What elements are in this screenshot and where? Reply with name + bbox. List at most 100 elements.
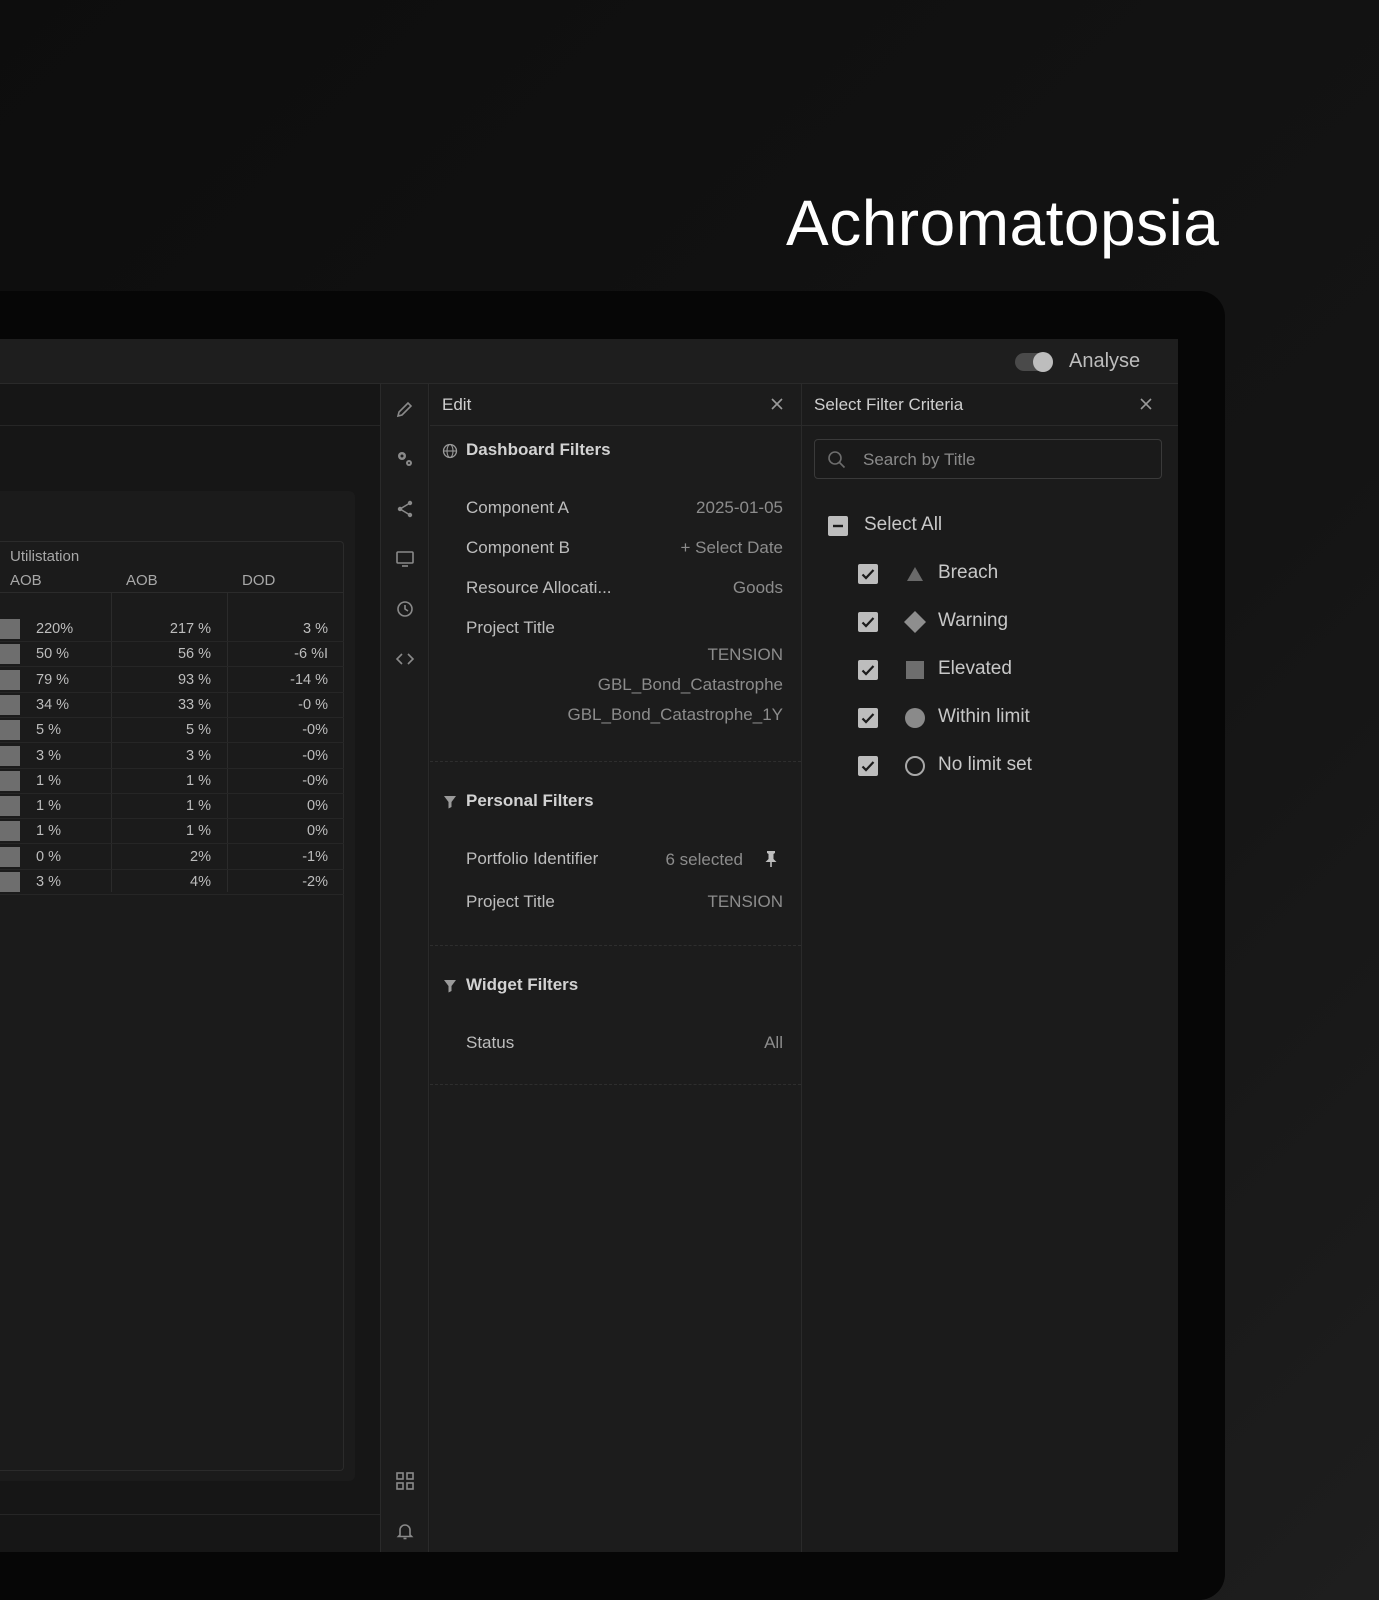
table-row[interactable]: 1 % 1 % -0% xyxy=(0,769,344,794)
criteria-item-within-limit[interactable]: Within limit xyxy=(858,704,1138,732)
table-cell: 217 % xyxy=(169,621,211,637)
row-status-bar xyxy=(0,821,20,842)
table-row[interactable]: 34 % 33 % -0 % xyxy=(0,693,344,718)
code-icon[interactable] xyxy=(395,649,415,669)
criteria-item-no-limit-set[interactable]: No limit set xyxy=(858,752,1138,780)
search-icon xyxy=(827,450,847,470)
table-cell: 0% xyxy=(307,798,328,815)
pencil-icon[interactable] xyxy=(395,399,415,419)
section-divider xyxy=(430,945,801,946)
project-title-value[interactable]: GBL_Bond_Catastrophe xyxy=(598,675,783,695)
no-limit-set-label: No limit set xyxy=(938,754,1032,775)
edit-panel: Edit Dashboard Filters Component A 2025-… xyxy=(430,384,802,1552)
diamond-icon xyxy=(904,611,926,633)
share-icon[interactable] xyxy=(395,499,415,519)
breach-checkbox[interactable] xyxy=(858,564,878,584)
close-icon[interactable] xyxy=(769,396,785,412)
triangle-icon xyxy=(904,563,926,585)
table-cell: 1 % xyxy=(186,772,211,789)
table-row[interactable]: 3 % 4% -2% xyxy=(0,870,344,895)
select-date-link[interactable]: + Select Date xyxy=(680,538,783,558)
elevated-checkbox[interactable] xyxy=(858,660,878,680)
table-row[interactable]: 50 % 56 % -6 %I xyxy=(0,642,344,668)
analyse-toggle[interactable] xyxy=(1015,352,1053,372)
column-header-aob-2[interactable]: AOB xyxy=(126,572,158,589)
table-cell: 220% xyxy=(36,621,74,637)
globe-icon xyxy=(442,443,458,459)
table-row[interactable]: 220% 217 % 3 % xyxy=(0,617,344,642)
select-all-label: Select All xyxy=(864,514,943,535)
no-limit-set-checkbox[interactable] xyxy=(858,756,878,776)
select-all-row[interactable]: Select All xyxy=(828,512,1128,540)
table-cell: -0 % xyxy=(298,696,328,713)
filter-value-status[interactable]: All xyxy=(764,1033,783,1053)
elevated-label: Elevated xyxy=(938,658,1012,679)
table-row[interactable]: 79 % 93 % -14 % xyxy=(0,668,344,693)
monitor-icon[interactable] xyxy=(395,549,415,569)
personal-filters-title: Personal Filters xyxy=(466,791,594,810)
filter-value-project-title[interactable]: TENSION xyxy=(707,892,783,912)
grid-icon[interactable] xyxy=(395,1471,415,1491)
table-row[interactable]: 3 % 3 % -0% xyxy=(0,744,344,769)
section-divider xyxy=(430,1084,801,1085)
criteria-item-warning[interactable]: Warning xyxy=(858,608,1138,636)
table-row[interactable]: 5 % 5 % -0% xyxy=(0,718,344,744)
dashboard-filters-title: Dashboard Filters xyxy=(466,440,611,459)
table-cell: 56 % xyxy=(177,646,211,663)
close-icon[interactable] xyxy=(1138,396,1154,412)
criteria-panel-title: Select Filter Criteria xyxy=(814,395,964,414)
criteria-item-breach[interactable]: Breach xyxy=(858,560,1138,588)
filter-value-resource-allocation[interactable]: Goods xyxy=(733,578,783,598)
table-cell: 2% xyxy=(190,848,211,865)
table-cell: 1 % xyxy=(186,798,211,815)
section-divider xyxy=(430,761,801,762)
table-cell: -2% xyxy=(302,874,328,890)
filter-label-portfolio-identifier: Portfolio Identifier xyxy=(466,849,599,868)
table-cell: 79 % xyxy=(36,671,70,688)
search-box xyxy=(814,439,1162,479)
tool-rail xyxy=(380,384,429,1552)
edit-panel-title: Edit xyxy=(442,395,472,414)
project-title-value[interactable]: TENSION xyxy=(707,645,783,665)
within-limit-checkbox[interactable] xyxy=(858,708,878,728)
dashboard-area: Utilistation AOB AOB DOD 220% 217 % 3 % 50 … xyxy=(0,384,380,1552)
widget-filters-title: Widget Filters xyxy=(466,975,579,994)
bell-icon[interactable] xyxy=(395,1521,415,1541)
portfolio-selected-count[interactable]: 6 selected xyxy=(666,850,744,870)
filter-label-resource-allocation: Resource Allocati... xyxy=(466,578,612,597)
utilisation-table: Utilistation AOB AOB DOD 220% 217 % 3 % 50 … xyxy=(0,541,344,1471)
breach-label: Breach xyxy=(938,562,999,583)
gears-icon[interactable] xyxy=(395,449,415,469)
pin-icon[interactable] xyxy=(763,850,779,868)
table-cell: 3 % xyxy=(36,874,61,890)
row-status-bar xyxy=(0,619,20,639)
table-row[interactable]: 0 % 2% -1% xyxy=(0,845,344,870)
history-icon[interactable] xyxy=(395,599,415,619)
warning-checkbox[interactable] xyxy=(858,612,878,632)
table-row[interactable]: 1 % 1 % 0% xyxy=(0,794,344,820)
select-all-checkbox[interactable] xyxy=(828,516,848,536)
table-row[interactable]: 1 % 1 % 0% xyxy=(0,819,344,845)
table-cell: 1 % xyxy=(186,823,211,840)
dashboard-footer-divider xyxy=(0,1514,380,1515)
filter-value-component-a[interactable]: 2025-01-05 xyxy=(696,498,783,518)
within-limit-label: Within limit xyxy=(938,706,1030,727)
criteria-item-elevated[interactable]: Elevated xyxy=(858,656,1138,684)
column-header-aob-1[interactable]: AOB xyxy=(10,572,42,589)
project-title-value[interactable]: GBL_Bond_Catastrophe_1Y xyxy=(568,705,784,725)
table-cell: 3 % xyxy=(36,747,61,764)
table-cell: 1 % xyxy=(36,798,61,815)
row-status-bar xyxy=(0,669,20,690)
toggle-knob xyxy=(1033,352,1053,372)
row-status-bar xyxy=(0,796,20,817)
header-divider xyxy=(0,592,344,593)
filter-label-project-title: Project Title xyxy=(466,892,555,911)
top-bar: Analyse xyxy=(0,339,1178,384)
row-status-bar xyxy=(0,846,20,867)
table-group-title: Utilistation xyxy=(10,548,80,565)
search-input[interactable] xyxy=(863,448,1153,472)
column-header-dod[interactable]: DOD xyxy=(242,572,275,589)
table-cell: -14 % xyxy=(290,671,328,688)
table-cell: 5 % xyxy=(36,722,61,739)
table-cell: -1% xyxy=(302,848,328,865)
